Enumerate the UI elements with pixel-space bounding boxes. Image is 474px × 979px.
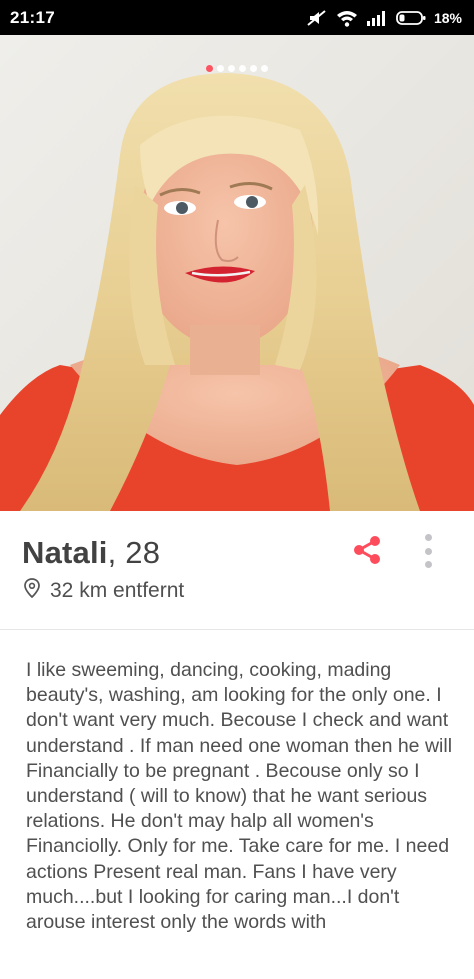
- battery-icon: [396, 10, 426, 26]
- profile-name-age: Natali, 28: [22, 535, 160, 571]
- signal-icon: [366, 10, 388, 26]
- share-icon: [354, 536, 380, 564]
- more-dot: [424, 561, 432, 568]
- battery-percent: 18%: [433, 9, 462, 26]
- distance-row: 32 km entfernt: [24, 578, 184, 604]
- photo-dot: [217, 65, 224, 72]
- profile-age: , 28: [107, 535, 161, 570]
- photo-dot: [261, 65, 268, 72]
- profile-name: Natali: [22, 535, 108, 570]
- status-bar: 21:17 18%: [0, 0, 474, 35]
- photo-dot: [239, 65, 246, 72]
- photo-dot: [250, 65, 257, 72]
- profile-header: Natali, 28 32 km entfernt: [0, 511, 474, 629]
- profile-bio: I like sweeming, dancing, cooking, madin…: [26, 659, 453, 934]
- more-vertical-icon: [424, 534, 432, 541]
- section-divider: [0, 629, 474, 630]
- more-options-button[interactable]: [418, 531, 438, 571]
- wifi-icon: [336, 9, 358, 27]
- status-time: 21:17: [10, 7, 55, 27]
- distance-text: 32 km entfernt: [50, 579, 185, 602]
- status-icons: 18%: [306, 9, 462, 27]
- photo-dot-active: [206, 65, 213, 72]
- photo-indicator: [0, 65, 474, 72]
- profile-photo-image: [0, 35, 474, 511]
- profile-photo[interactable]: [0, 35, 474, 511]
- photo-dot: [228, 65, 235, 72]
- location-pin-icon: [24, 578, 40, 604]
- mute-icon: [306, 9, 328, 27]
- share-button[interactable]: [350, 533, 384, 567]
- more-dot: [424, 547, 432, 555]
